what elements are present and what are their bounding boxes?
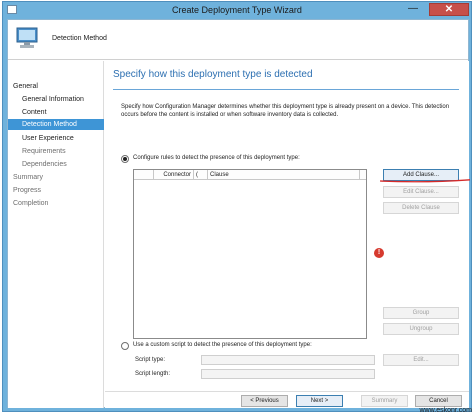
nav-requirements[interactable]: Requirements bbox=[8, 146, 104, 157]
watermark-text: www.eskonr.com bbox=[419, 407, 472, 414]
summary-button[interactable]: Summary bbox=[361, 395, 408, 407]
footer-divider bbox=[105, 391, 469, 392]
nav-general-information[interactable]: General Information bbox=[8, 94, 104, 105]
custom-script-label[interactable]: Use a custom script to detect the presen… bbox=[133, 342, 312, 348]
title-divider bbox=[113, 89, 459, 90]
nav-content[interactable]: Content bbox=[8, 107, 104, 118]
wizard-nav: General General Information Content Dete… bbox=[8, 61, 104, 408]
col-blank bbox=[134, 170, 154, 180]
wizard-page: Specify how this deployment type is dete… bbox=[105, 61, 471, 408]
previous-button[interactable]: < Previous bbox=[241, 395, 288, 407]
edit-script-button[interactable]: Edit... bbox=[383, 354, 459, 366]
error-icon: ! bbox=[374, 248, 384, 258]
nav-progress[interactable]: Progress bbox=[8, 185, 104, 196]
configure-rules-label[interactable]: Configure rules to detect the presence o… bbox=[133, 155, 300, 161]
title-bar[interactable]: Create Deployment Type Wizard — ✕ bbox=[3, 2, 471, 18]
col-clause[interactable]: Clause bbox=[208, 170, 360, 180]
page-description: Specify how Configuration Manager determ… bbox=[121, 104, 450, 118]
window-title: Create Deployment Type Wizard bbox=[172, 5, 302, 15]
nav-summary[interactable]: Summary bbox=[8, 172, 104, 183]
header-title: Detection Method bbox=[52, 35, 107, 42]
ungroup-button[interactable]: Ungroup bbox=[383, 323, 459, 335]
wizard-header: Detection Method bbox=[8, 20, 468, 60]
col-close-paren[interactable] bbox=[360, 170, 367, 180]
cancel-button[interactable]: Cancel bbox=[415, 395, 462, 407]
edit-clause-button[interactable]: Edit Clause... bbox=[383, 186, 459, 198]
nav-completion[interactable]: Completion bbox=[8, 198, 104, 209]
clause-grid-header: Connector ( Clause bbox=[134, 170, 366, 180]
next-button[interactable]: Next > bbox=[296, 395, 343, 407]
computer-monitor-icon bbox=[16, 27, 38, 48]
nav-user-experience[interactable]: User Experience bbox=[8, 133, 104, 144]
nav-dependencies[interactable]: Dependencies bbox=[8, 159, 104, 170]
script-type-label: Script type: bbox=[135, 357, 166, 363]
group-button[interactable]: Group bbox=[383, 307, 459, 319]
script-type-field bbox=[201, 355, 375, 365]
red-underline-annotation bbox=[379, 179, 471, 183]
wizard-window: Create Deployment Type Wizard — ✕ Detect… bbox=[2, 1, 472, 412]
script-length-field bbox=[201, 369, 375, 379]
close-button[interactable]: ✕ bbox=[429, 3, 469, 16]
script-length-label: Script length: bbox=[135, 371, 171, 377]
page-title: Specify how this deployment type is dete… bbox=[113, 69, 313, 80]
configure-rules-radio[interactable] bbox=[121, 155, 129, 163]
minimize-button[interactable]: — bbox=[403, 3, 423, 16]
wizard-client-area: Detection Method General General Informa… bbox=[7, 19, 471, 408]
clause-grid[interactable]: Connector ( Clause bbox=[133, 169, 367, 339]
nav-detection-method[interactable]: Detection Method bbox=[8, 119, 104, 130]
nav-general[interactable]: General bbox=[8, 81, 104, 92]
delete-clause-button[interactable]: Delete Clause bbox=[383, 202, 459, 214]
col-connector[interactable]: Connector bbox=[154, 170, 194, 180]
col-open-paren[interactable]: ( bbox=[194, 170, 208, 180]
custom-script-radio[interactable] bbox=[121, 342, 129, 350]
